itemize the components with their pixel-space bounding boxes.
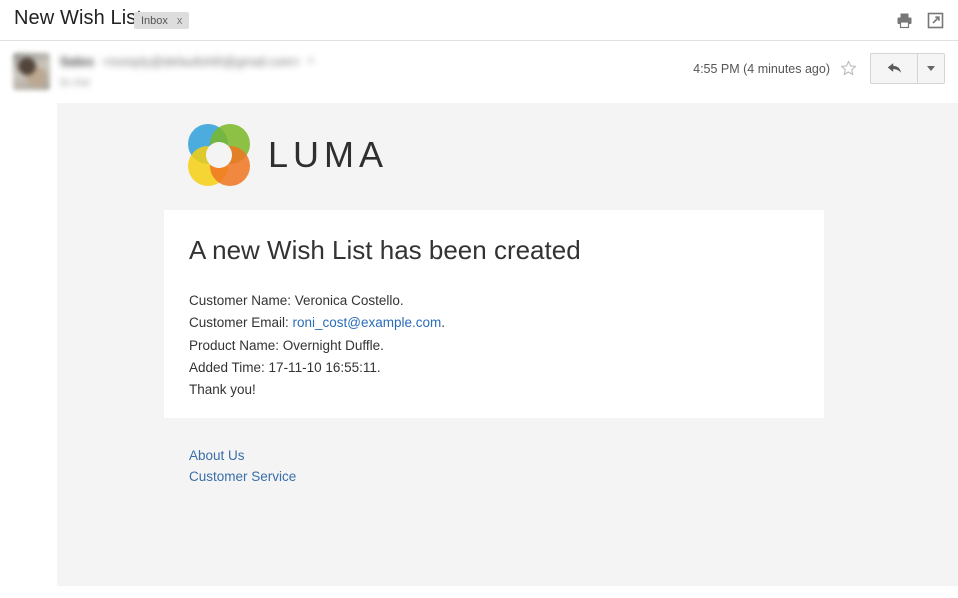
- subject-bar: New Wish List Inbox x: [0, 0, 958, 41]
- detail-label: Customer Email:: [189, 315, 293, 331]
- email-details: Customer Name: Veronica Costello. Custom…: [189, 290, 445, 401]
- reply-button[interactable]: [871, 54, 917, 83]
- email-body: LUMA A new Wish List has been created Cu…: [57, 103, 958, 586]
- sender-row: Sales <noreply@defaultshl0@gmail.com> ▾ …: [0, 42, 958, 103]
- luma-logo: LUMA: [188, 124, 388, 186]
- chevron-down-icon[interactable]: ▾: [308, 56, 313, 67]
- print-icon[interactable]: [895, 11, 913, 29]
- detail-label: Customer Name:: [189, 293, 295, 308]
- logo-center-hole: [206, 142, 232, 168]
- more-options-button[interactable]: [917, 54, 944, 83]
- page-title: New Wish List: [14, 7, 142, 29]
- detail-customer-email: Customer Email: roni_cost@example.com.: [189, 312, 445, 334]
- avatar: [13, 53, 50, 90]
- sender-name: Sales: [60, 54, 94, 69]
- sender-meta: Sales <noreply@defaultshl0@gmail.com> ▾ …: [60, 54, 313, 89]
- about-us-link[interactable]: About Us: [189, 446, 296, 467]
- reply-button-group: [870, 53, 945, 84]
- luma-wordmark: LUMA: [268, 134, 389, 175]
- sender-email: <noreply@defaultshl0@gmail.com>: [101, 54, 301, 69]
- detail-label: Added Time:: [189, 359, 269, 375]
- detail-suffix: .: [441, 315, 446, 331]
- message-timestamp: 4:55 PM (4 minutes ago): [693, 61, 830, 76]
- email-content-card: A new Wish List has been created Custome…: [164, 210, 824, 418]
- top-actions: [895, 11, 944, 29]
- inbox-label-text: Inbox: [141, 14, 168, 27]
- sender-line: Sales <noreply@defaultshl0@gmail.com> ▾: [60, 54, 313, 69]
- detail-product-name: Product Name: Overnight Duffle.: [189, 335, 445, 357]
- inbox-label-chip[interactable]: Inbox x: [134, 12, 190, 29]
- detail-customer-name: Customer Name: Veronica Costello.: [189, 290, 445, 312]
- email-heading: A new Wish List has been created: [189, 235, 581, 265]
- open-in-new-window-icon[interactable]: [926, 11, 944, 29]
- detail-thank-you: Thank you!: [189, 379, 445, 401]
- detail-value: 17-11-10 16:55:11.: [268, 359, 381, 375]
- email-footer-links: About Us Customer Service: [189, 446, 296, 487]
- customer-email-link[interactable]: roni_cost@example.com: [293, 315, 442, 330]
- detail-value: Veronica Costello.: [294, 293, 404, 308]
- remove-label-icon[interactable]: x: [177, 15, 183, 27]
- chevron-down-icon: [927, 66, 935, 71]
- customer-service-link[interactable]: Customer Service: [189, 467, 296, 488]
- luma-mark-icon: [188, 124, 250, 186]
- message-actions: 4:55 PM (4 minutes ago): [693, 53, 945, 84]
- detail-added-time: Added Time: 17-11-10 16:55:11.: [189, 357, 445, 379]
- detail-label: Thank you!: [189, 382, 256, 398]
- recipient-line[interactable]: to me: [60, 75, 313, 89]
- star-outline-icon[interactable]: [838, 59, 858, 79]
- detail-value: Overnight Duffle.: [282, 337, 384, 353]
- detail-label: Product Name:: [189, 337, 283, 353]
